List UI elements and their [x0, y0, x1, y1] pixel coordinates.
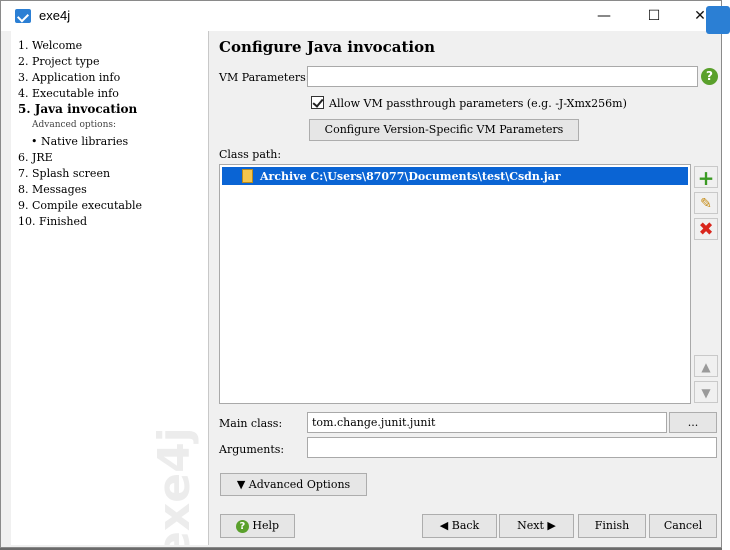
main-class-label: Main class: — [219, 417, 283, 430]
step-splash-screen[interactable]: 7. Splash screen — [18, 167, 110, 180]
step-finished[interactable]: 10. Finished — [18, 215, 87, 228]
arguments-input[interactable] — [307, 437, 717, 458]
triangle-down-icon: ▼ — [236, 478, 246, 491]
move-down-button[interactable]: ▼ — [694, 381, 718, 403]
remove-classpath-button[interactable]: ✖ — [694, 218, 718, 240]
advanced-options-caption: Advanced options: — [32, 120, 117, 130]
chevron-up-icon: ▲ — [701, 360, 711, 374]
exe4j-app-icon — [15, 9, 31, 23]
help-label: Help — [252, 519, 280, 532]
main-class-value: tom.change.junit.junit — [312, 416, 436, 429]
step-application-info[interactable]: 3. Application info — [18, 71, 120, 84]
configure-vm-parameters-button[interactable]: Configure Version-Specific VM Parameters — [309, 119, 579, 141]
finish-button[interactable]: Finish — [578, 514, 646, 538]
class-path-entry[interactable]: Archive C:\Users\87077\Documents\test\Cs… — [222, 167, 688, 185]
class-path-list[interactable]: Archive C:\Users\87077\Documents\test\Cs… — [219, 164, 691, 404]
cancel-button[interactable]: Cancel — [649, 514, 717, 538]
page-title: Configure Java invocation — [219, 38, 436, 56]
next-button[interactable]: Next ▶ — [499, 514, 574, 538]
wizard-steps-panel: 1. Welcome 2. Project type 3. Applicatio… — [11, 31, 208, 545]
plus-icon: + — [697, 166, 715, 190]
step-java-invocation[interactable]: 5. Java invocation — [18, 102, 137, 116]
main-class-input[interactable]: tom.change.junit.junit — [307, 412, 667, 433]
vm-parameters-input[interactable] — [307, 66, 698, 87]
jar-archive-icon — [242, 169, 253, 183]
help-question-icon[interactable]: ? — [701, 68, 718, 85]
background-app-icon — [706, 6, 730, 34]
back-button[interactable]: ◀ Back — [422, 514, 497, 538]
pencil-icon: ✎ — [700, 196, 712, 212]
vm-parameters-label: VM Parameters: — [219, 71, 310, 84]
back-label: Back — [451, 519, 480, 532]
step-jre[interactable]: 6. JRE — [18, 151, 53, 164]
exe4j-window: exe4j — ☐ ✕ 1. Welcome 2. Project type 3… — [0, 0, 722, 548]
step-compile-executable[interactable]: 9. Compile executable — [18, 199, 142, 212]
browse-main-class-button[interactable]: ... — [669, 412, 717, 433]
step-welcome[interactable]: 1. Welcome — [18, 39, 82, 52]
class-path-label: Class path: — [219, 148, 282, 161]
move-up-button[interactable]: ▲ — [694, 355, 718, 377]
step-executable-info[interactable]: 4. Executable info — [18, 87, 119, 100]
next-label: Next — [517, 519, 544, 532]
help-icon: ? — [235, 519, 249, 533]
maximize-button[interactable]: ☐ — [631, 1, 677, 31]
step-messages[interactable]: 8. Messages — [18, 183, 87, 196]
advanced-options-label: Advanced Options — [248, 478, 351, 491]
class-path-entry-path: C:\Users\87077\Documents\test\Csdn.jar — [310, 170, 561, 183]
class-path-entry-type: Archive — [260, 170, 307, 183]
chevron-down-icon: ▼ — [701, 386, 711, 400]
step-native-libraries[interactable]: • Native libraries — [31, 135, 128, 148]
allow-passthrough-label: Allow VM passthrough parameters (e.g. -J… — [329, 97, 627, 110]
title-bar[interactable]: exe4j — ☐ ✕ — [1, 1, 721, 31]
advanced-options-button[interactable]: ▼ Advanced Options — [220, 473, 367, 496]
arguments-label: Arguments: — [219, 443, 285, 456]
add-classpath-button[interactable]: + — [694, 166, 718, 190]
allow-passthrough-checkbox[interactable] — [311, 96, 324, 109]
edit-classpath-button[interactable]: ✎ — [694, 192, 718, 214]
back-arrow-icon: ◀ — [439, 519, 449, 532]
help-button[interactable]: ? Help — [220, 514, 295, 538]
exe4j-watermark-logo: exe4j — [149, 427, 200, 545]
next-arrow-icon: ▶ — [547, 519, 556, 532]
step-project-type[interactable]: 2. Project type — [18, 55, 99, 68]
panel-divider — [208, 31, 209, 545]
minimize-button[interactable]: — — [581, 1, 627, 31]
window-title: exe4j — [39, 8, 71, 23]
background-window-edge — [722, 0, 730, 550]
red-x-icon: ✖ — [698, 219, 714, 240]
